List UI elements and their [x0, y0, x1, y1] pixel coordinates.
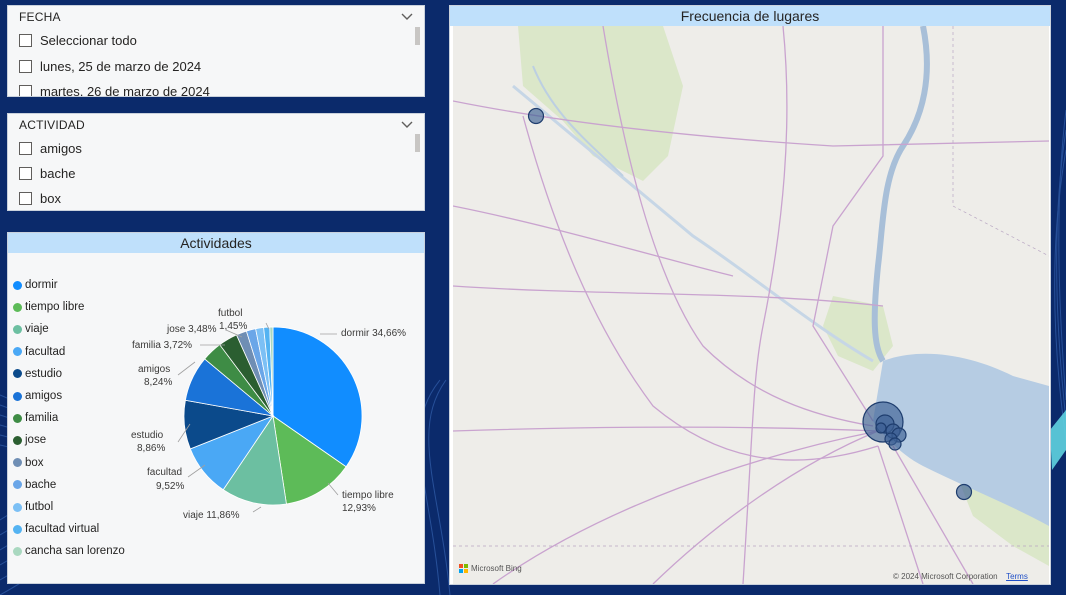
slicer-option[interactable]: box — [19, 189, 61, 207]
pie-chart-visual: Actividades dormir tiempo libre viaje facul… — [7, 232, 425, 584]
slicer-option[interactable]: Seleccionar todo — [19, 31, 137, 49]
pie-label-amigos: amigos — [138, 364, 171, 375]
slicer-option-label: lunes, 25 de marzo de 2024 — [40, 58, 202, 74]
map-bubbles — [527, 107, 973, 501]
pie-label-estudio-pct: 8,86% — [137, 443, 166, 454]
pie-label-dormir: dormir 34,66% — [341, 328, 407, 339]
pie-leader-lines — [177, 322, 339, 513]
pie-label-futbol-pct: 1,45% — [219, 321, 248, 332]
location-bubble — [875, 422, 887, 434]
pie-label-tiempo-libre: tiempo libre — [342, 490, 394, 501]
checkbox[interactable] — [19, 191, 32, 205]
checkbox[interactable] — [19, 166, 32, 180]
slicer-option-label: amigos — [40, 140, 82, 156]
bing-logo: Microsoft Bing — [459, 564, 522, 573]
slicer-option[interactable]: martes, 26 de marzo de 2024 — [19, 82, 210, 97]
slicer-option[interactable]: bache — [19, 164, 75, 182]
map-credits: © 2024 Microsoft Corporation Terms — [893, 566, 1028, 584]
slicer-option[interactable]: lunes, 25 de marzo de 2024 — [19, 57, 201, 75]
pie-label-amigos-pct: 8,24% — [144, 377, 173, 388]
pie-label-facultad-pct: 9,52% — [156, 481, 185, 492]
slicer-option-label: Seleccionar todo — [40, 32, 137, 48]
terms-link[interactable]: Terms — [1006, 572, 1028, 581]
slicer-actividad: ACTIVIDAD amigos bache box — [7, 113, 425, 211]
slicer-fecha-title: FECHA — [19, 10, 61, 24]
chevron-down-icon[interactable] — [400, 118, 414, 130]
checkbox[interactable] — [19, 84, 32, 96]
pie-label-facultad: facultad — [147, 467, 183, 478]
map-visual: Frecuencia de lugares Microsoft Bing © 2… — [449, 5, 1051, 585]
scrollbar[interactable] — [415, 134, 420, 152]
location-bubble — [527, 107, 545, 125]
slicer-option-label: martes, 26 de marzo de 2024 — [40, 83, 210, 97]
copyright-text: © 2024 Microsoft Corporation — [893, 572, 998, 581]
slicer-option[interactable]: amigos — [19, 139, 82, 157]
location-bubble — [888, 437, 902, 451]
checkbox[interactable] — [19, 141, 32, 155]
pie-label-viaje: viaje 11,86% — [183, 510, 240, 521]
checkbox[interactable] — [19, 33, 32, 47]
microsoft-logo-icon — [459, 564, 468, 573]
pie-label-estudio: estudio — [131, 430, 164, 441]
location-bubble — [955, 483, 973, 501]
slicer-option-label: bache — [40, 165, 76, 181]
chevron-down-icon[interactable] — [400, 10, 414, 22]
pie-label-familia: familia 3,72% — [132, 340, 193, 351]
pie-label-tiempo-libre-pct: 12,93% — [342, 503, 376, 514]
slicer-fecha: FECHA Seleccionar todo lunes, 25 de marz… — [7, 5, 425, 97]
scrollbar[interactable] — [415, 27, 420, 45]
map-title: Frecuencia de lugares — [450, 6, 1050, 26]
checkbox[interactable] — [19, 59, 32, 73]
map-canvas[interactable]: Microsoft Bing © 2024 Microsoft Corporat… — [453, 26, 1049, 584]
slicer-option-label: box — [40, 190, 61, 206]
slicer-actividad-title: ACTIVIDAD — [19, 118, 85, 132]
pie-label-jose: jose 3,48% — [167, 324, 217, 335]
bing-brand-text: Microsoft Bing — [471, 564, 522, 573]
pie-label-futbol: futbol — [218, 308, 243, 319]
